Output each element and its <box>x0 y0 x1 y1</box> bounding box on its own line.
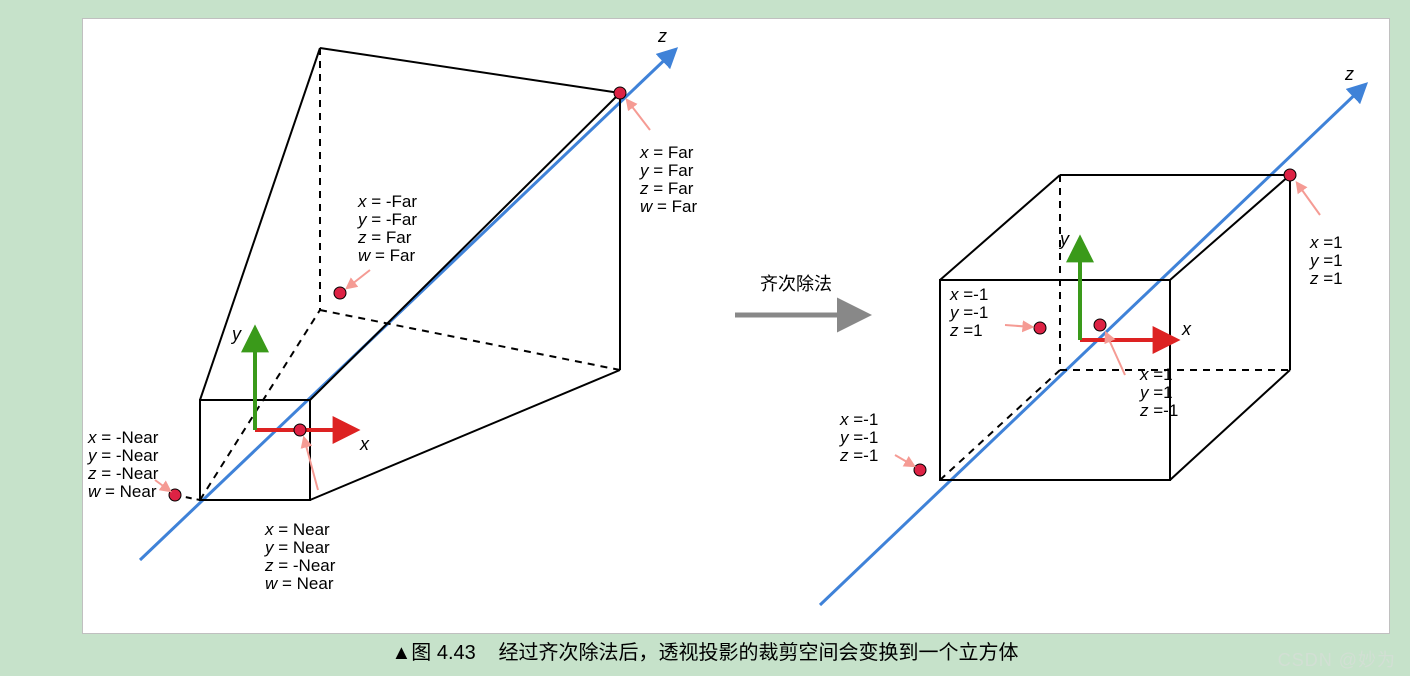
transform-arrow: 齐次除法 <box>735 274 865 315</box>
svg-text:z =1: z =1 <box>949 321 983 340</box>
svg-text:x =1: x =1 <box>1309 233 1343 252</box>
svg-text:x = -Near: x = -Near <box>87 428 159 447</box>
z-axis-label-right: z <box>1344 64 1354 84</box>
svg-text:x = Near: x = Near <box>264 520 330 539</box>
svg-text:x =-1: x =-1 <box>839 410 878 429</box>
svg-text:z =-1: z =-1 <box>839 446 878 465</box>
z-axis-label: z <box>657 26 667 46</box>
svg-text:y =-1: y =-1 <box>839 428 878 447</box>
svg-text:z =-1: z =-1 <box>1139 401 1178 420</box>
dot-far-pos <box>614 87 626 99</box>
right-cube: z x y <box>820 64 1365 605</box>
svg-text:w = Far: w = Far <box>358 246 415 265</box>
svg-text:y =1: y =1 <box>1309 251 1343 270</box>
svg-text:齐次除法: 齐次除法 <box>760 274 832 294</box>
svg-text:z = -Near: z = -Near <box>87 464 159 483</box>
svg-text:z =1: z =1 <box>1309 269 1343 288</box>
svg-text:y = Near: y = Near <box>264 538 330 557</box>
caption-text: 经过齐次除法后，透视投影的裁剪空间会变换到一个立方体 <box>498 642 1018 664</box>
dot-r-near-pos <box>1094 319 1106 331</box>
dot-r-far-neg <box>1034 322 1046 334</box>
caption-prefix: ▲图 4.43 <box>392 642 476 664</box>
left-frustum: z x y <box>87 26 697 593</box>
y-axis-label-right: y <box>1058 229 1070 249</box>
x-axis-label-left: x <box>359 434 370 454</box>
svg-text:y =1: y =1 <box>1139 383 1173 402</box>
dot-r-far-pos <box>1284 169 1296 181</box>
dot-far-neg <box>334 287 346 299</box>
svg-text:y = Far: y = Far <box>639 161 694 180</box>
diagram-svg: z x y <box>0 0 1410 676</box>
svg-text:y =-1: y =-1 <box>949 303 988 322</box>
svg-text:y = -Near: y = -Near <box>87 446 159 465</box>
svg-text:w = Near: w = Near <box>265 574 334 593</box>
svg-text:z = Far: z = Far <box>639 179 694 198</box>
dot-near-neg <box>169 489 181 501</box>
figure-caption: ▲图 4.43 经过齐次除法后，透视投影的裁剪空间会变换到一个立方体 <box>0 636 1410 665</box>
svg-text:x = -Far: x = -Far <box>357 192 417 211</box>
svg-text:x = Far: x = Far <box>639 143 694 162</box>
svg-text:w = Near: w = Near <box>88 482 157 501</box>
svg-text:z = -Near: z = -Near <box>264 556 336 575</box>
dot-r-near-neg <box>914 464 926 476</box>
svg-text:w = Far: w = Far <box>640 197 697 216</box>
svg-text:y = -Far: y = -Far <box>357 210 417 229</box>
svg-text:x =1: x =1 <box>1139 365 1173 384</box>
y-axis-label-left: y <box>230 324 242 344</box>
svg-text:x =-1: x =-1 <box>949 285 988 304</box>
watermark: CSDN @妙为 <box>1278 646 1396 672</box>
dot-near-pos <box>294 424 306 436</box>
svg-text:z = Far: z = Far <box>357 228 412 247</box>
x-axis-label-right: x <box>1181 319 1192 339</box>
